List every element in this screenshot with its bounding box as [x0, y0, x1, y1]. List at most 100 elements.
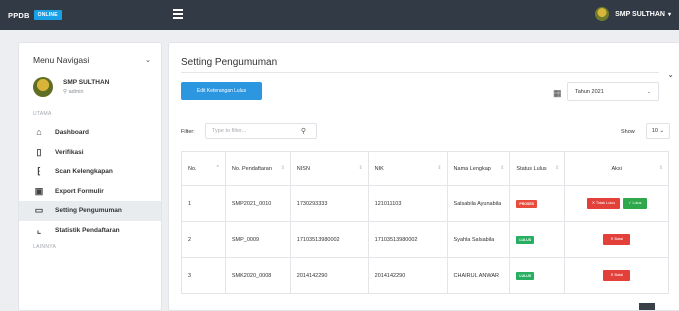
sidebar: Menu Navigasi ⌄ SMP SULTHAN ⚲ admin UTAM… [18, 42, 162, 311]
cell-nik: 2014142290 [367, 257, 448, 294]
chevron-down-icon[interactable]: ⌄ [667, 70, 674, 79]
sidebar-item-verifikasi[interactable]: ▯ Verifikasi [19, 143, 161, 163]
sidebar-item-label: Statistik Pendaftaran [55, 226, 120, 234]
cell-status: LULUS [509, 257, 566, 294]
sidebar-title: Menu Navigasi [33, 55, 90, 65]
top-navbar: PPDB ONLINE SMP SULTHAN ▾ [0, 0, 679, 30]
column-header-aksi[interactable]: Aksi ⇕ [564, 151, 669, 186]
monitor-icon: ▭ [34, 205, 44, 216]
year-select[interactable]: Tahun 2021 ⌄ [567, 82, 659, 101]
brand-badge: ONLINE [33, 10, 62, 20]
cell-no: 1 [181, 185, 226, 222]
cell-status: LULUS [509, 221, 566, 258]
export-icon: ▣ [34, 185, 44, 196]
column-header-nik[interactable]: NIK ⇕ [367, 151, 448, 186]
cell-nik: 121011103 [367, 185, 448, 222]
cell-nisn: 17103513980002 [289, 221, 369, 258]
sidebar-section-label: LAINNYA [33, 244, 57, 250]
sidebar-item-setting-pengumuman[interactable]: ▭ Setting Pengumuman [19, 201, 161, 221]
cell-aksi: ✕ Batal [564, 221, 669, 258]
sort-icon: ⇕ [555, 165, 560, 171]
profile-role: ⚲ admin [63, 89, 84, 95]
cell-aksi: ✕ Batal [564, 257, 669, 294]
cell-nisn: 2014142290 [289, 257, 369, 294]
chart-icon: ⌞ [36, 224, 42, 235]
cell-nik: 17103513980002 [367, 221, 448, 258]
cell-no: 2 [181, 221, 226, 258]
sidebar-item-scan-kelengkapan[interactable]: ⁅ Scan Kelengkapan [19, 162, 161, 182]
sort-icon: ⇕ [280, 165, 285, 171]
sidebar-item-dashboard[interactable]: ⌂ Dashboard [19, 123, 161, 143]
home-icon: ⌂ [36, 127, 42, 138]
sort-icon: ⇕ [658, 165, 663, 171]
sidebar-item-label: Export Formulir [55, 187, 104, 195]
chevron-down-icon: ⌄ [646, 88, 651, 95]
user-name: SMP SULTHAN [615, 10, 665, 18]
table-row: 2 SMP_0009 17103513980002 17103513980002… [181, 221, 669, 258]
sidebar-item-label: Dashboard [55, 129, 89, 137]
cell-nama: CHAIRUL ANWAR [446, 257, 511, 294]
avatar [33, 77, 53, 97]
divider [181, 72, 659, 73]
file-icon: ▯ [36, 146, 42, 157]
sidebar-item-export-formulir[interactable]: ▣ Export Formulir [19, 182, 161, 202]
sidebar-header[interactable]: Menu Navigasi ⌄ [19, 43, 161, 65]
show-label: Show [621, 129, 635, 135]
cell-aksi: ✕ Tidak Lulus ✓ Lulus [564, 185, 669, 222]
cell-nisn: 1730293333 [289, 185, 369, 222]
status-badge: LULUS [516, 235, 535, 244]
brand-text: PPDB [8, 10, 30, 20]
page-size-value: 10 [651, 128, 658, 134]
sort-icon: ⇕ [500, 165, 505, 171]
cell-status: PROSES [509, 185, 566, 222]
sort-asc-icon: ⌃ [215, 165, 220, 171]
calendar-icon: ▦ [553, 88, 562, 98]
page-size-select[interactable]: 10 ⌄ [646, 123, 670, 139]
scan-icon: ⁅ [37, 166, 41, 177]
cell-no-pendaftaran: SMP2021_0010 [224, 185, 291, 222]
pagination-button[interactable] [639, 303, 655, 310]
cell-no: 3 [181, 257, 226, 294]
user-menu[interactable]: SMP SULTHAN ▾ [595, 7, 671, 21]
batal-button[interactable]: ✕ Batal [603, 270, 631, 281]
cell-nama: Salsabila Ayunabila [446, 185, 511, 222]
main-panel: Setting Pengumuman ⌄ Edit Keterangan Lul… [168, 42, 679, 311]
sidebar-profile: SMP SULTHAN ⚲ admin [19, 65, 161, 97]
hamburger-menu-icon[interactable] [173, 9, 183, 19]
sidebar-section-label: UTAMA [33, 111, 52, 117]
status-badge: PROSES [516, 199, 537, 208]
lulus-button[interactable]: ✓ Lulus [623, 198, 647, 209]
sidebar-item-label: Scan Kelengkapan [55, 168, 113, 176]
cell-nama: Syahla Salsabila [446, 221, 511, 258]
page-title: Setting Pengumuman [181, 57, 278, 68]
column-header-nama-lengkap[interactable]: Nama Lengkap ⇕ [446, 151, 511, 186]
sidebar-item-statistik-pendaftaran[interactable]: ⌞ Statistik Pendaftaran [19, 221, 161, 241]
filter-label: Filter: [181, 129, 195, 135]
sidebar-item-label: Setting Pengumuman [55, 207, 122, 215]
column-header-status-lulus[interactable]: Status Lulus ⇕ [509, 151, 566, 186]
year-select-value: Tahun 2021 [575, 88, 604, 95]
chevron-down-icon[interactable]: ⌄ [145, 56, 151, 64]
sort-icon: ⇕ [437, 165, 442, 171]
batal-button[interactable]: ✕ Batal [603, 234, 631, 245]
column-header-no-pendaftaran[interactable]: No. Pendaftaran ⇕ [224, 151, 291, 186]
chevron-down-icon: ⌄ [659, 128, 665, 134]
sidebar-item-label: Verifikasi [55, 148, 84, 156]
column-header-no[interactable]: No. ⌃ [181, 151, 226, 186]
edit-keterangan-lulus-button[interactable]: Edit Keterangan Lulus [181, 82, 262, 100]
sort-icon: ⇕ [358, 165, 363, 171]
column-header-nisn[interactable]: NISN ⇕ [289, 151, 369, 186]
table-header-row: No. ⌃ No. Pendaftaran ⇕ NISN ⇕ NIK ⇕ Nama Le… [181, 151, 669, 186]
profile-name: SMP SULTHAN [63, 79, 110, 86]
chevron-down-icon: ▾ [667, 11, 671, 18]
sidebar-menu: ⌂ Dashboard ▯ Verifikasi ⁅ Scan Kelengka… [19, 123, 161, 240]
filter-input[interactable]: Type to filter... ⚲ [205, 123, 317, 139]
avatar [595, 7, 610, 21]
cell-no-pendaftaran: SMP_0009 [224, 221, 291, 258]
table-row: 1 SMP2021_0010 1730293333 121011103 Sals… [181, 185, 669, 222]
cell-no-pendaftaran: SMK2020_0008 [224, 257, 291, 294]
tidak-lulus-button[interactable]: ✕ Tidak Lulus [586, 198, 621, 209]
brand[interactable]: PPDB ONLINE [0, 10, 62, 20]
search-icon[interactable]: ⚲ [301, 127, 306, 135]
filter-placeholder: Type to filter... [212, 128, 247, 134]
